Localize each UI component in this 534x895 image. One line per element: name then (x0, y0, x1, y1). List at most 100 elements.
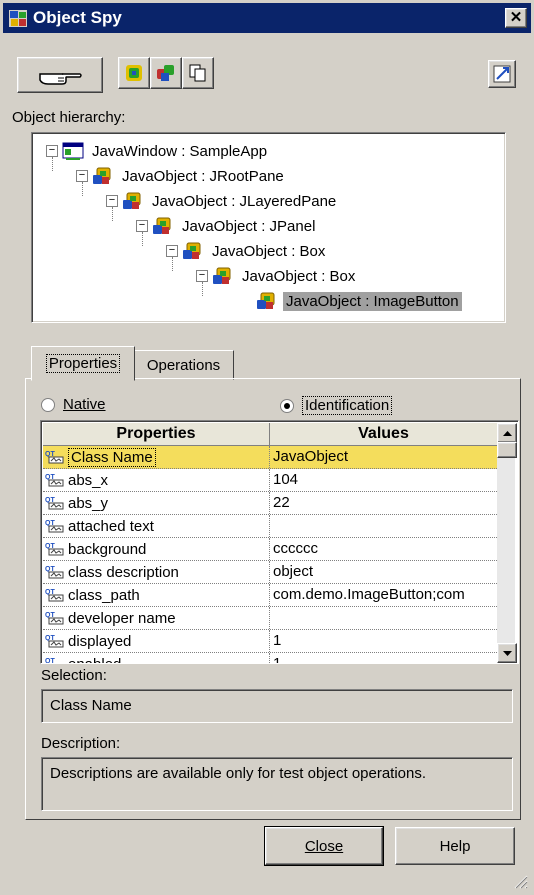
collapse-icon[interactable]: − (106, 195, 118, 207)
property-name-cell: QT abs_x (43, 469, 270, 491)
qt-property-icon: QT (45, 612, 64, 625)
arrow-down-icon (502, 650, 512, 656)
property-name-cell: QT enabled (43, 653, 270, 663)
property-value (270, 607, 497, 629)
tree-node-label: JavaObject : Box (212, 242, 326, 260)
tree-node[interactable]: − JavaObject : Box (196, 264, 358, 288)
collapse-icon[interactable]: − (76, 170, 88, 182)
properties-column-header[interactable]: Properties (43, 423, 270, 446)
keep-on-top-icon (493, 65, 511, 83)
collapse-icon[interactable]: − (136, 220, 148, 232)
tree-node[interactable]: − JavaObject : JLayeredPane (106, 189, 339, 213)
tree-connector (82, 182, 83, 196)
property-value: 1 (273, 655, 282, 664)
close-window-button[interactable]: ✕ (505, 8, 527, 28)
java-object-icon (153, 217, 171, 234)
tree-node-label: JavaObject : ImageButton (283, 291, 462, 311)
property-value: JavaObject (273, 448, 349, 465)
pointing-hand-icon (39, 73, 82, 85)
description-value: Descriptions are available only for test… (50, 765, 427, 782)
title-bar[interactable]: Object Spy ✕ (3, 3, 531, 33)
selection-field: Class Name (41, 689, 513, 723)
property-value: 104 (273, 471, 299, 488)
property-name: class description (68, 563, 179, 581)
tree-node[interactable]: − JavaObject : JRootPane (76, 164, 287, 188)
tree-node-label: JavaWindow : SampleApp (92, 142, 268, 160)
help-button-label: Help (439, 837, 471, 855)
scroll-thumb[interactable] (497, 442, 517, 458)
identification-radio[interactable]: Identification (280, 396, 393, 415)
property-name: developer name (68, 609, 176, 627)
qt-property-icon: QT (45, 566, 64, 579)
help-button[interactable]: Help (395, 827, 515, 865)
qt-property-icon: QT (45, 635, 64, 648)
tree-node[interactable]: JavaObject : ImageButton (226, 289, 462, 313)
tree-connector (202, 282, 203, 296)
property-row[interactable]: QT class description object (43, 561, 497, 584)
property-value (270, 515, 497, 537)
close-button-label: Close (304, 837, 344, 855)
tree-node[interactable]: − JavaObject : JPanel (136, 214, 318, 238)
property-row[interactable]: QT attached text (43, 515, 497, 538)
tree-node-label: JavaObject : JPanel (182, 217, 316, 235)
values-column-header[interactable]: Values (270, 423, 498, 446)
property-row[interactable]: QT developer name (43, 607, 497, 630)
property-row[interactable]: QT background cccccc (43, 538, 497, 561)
window-title: Object Spy (33, 8, 122, 27)
property-name-cell: QT class description (43, 561, 270, 583)
object-icon (126, 65, 142, 81)
close-button[interactable]: Close (264, 826, 384, 866)
tree-connector (52, 157, 53, 171)
property-name-cell: QT Class Name (43, 446, 270, 468)
tree-node-label: JavaObject : JLayeredPane (152, 192, 337, 210)
native-label-text: Native (63, 396, 106, 413)
property-name: Class Name (68, 447, 156, 467)
java-object-icon (183, 242, 201, 259)
properties-grid[interactable]: Properties Values QT Class Name JavaObject… (40, 420, 519, 664)
qt-property-icon: QT (45, 474, 64, 487)
tab-properties[interactable]: Properties (31, 346, 135, 381)
scroll-down-button[interactable] (497, 643, 517, 663)
highlight-button[interactable] (150, 57, 182, 89)
collapse-icon[interactable]: − (46, 145, 58, 157)
qt-property-icon: QT (45, 497, 64, 510)
collapse-icon[interactable]: − (196, 270, 208, 282)
property-value: com.demo.ImageButton;com (273, 586, 465, 603)
identification-label: Identification (302, 396, 393, 415)
property-row[interactable]: QT abs_x 104 (43, 469, 497, 492)
object-button[interactable] (118, 57, 150, 89)
native-radio[interactable]: Native (41, 396, 106, 413)
tree-node[interactable]: − JavaObject : Box (166, 239, 328, 263)
grid-vertical-scrollbar[interactable] (497, 423, 517, 663)
tab-properties-label: Properties (45, 354, 121, 373)
object-hierarchy-tree[interactable]: − JavaWindow : SampleApp − JavaObject : JRo… (31, 132, 506, 323)
property-name: attached text (68, 517, 154, 535)
qt-property-icon: QT (45, 589, 64, 602)
property-name-cell: QT abs_y (43, 492, 270, 514)
copy-button[interactable] (182, 57, 214, 89)
tab-operations[interactable]: Operations (133, 350, 234, 380)
property-row[interactable]: QT Class Name JavaObject (43, 446, 497, 469)
keep-on-top-button[interactable] (488, 60, 516, 88)
property-row[interactable]: QT abs_y 22 (43, 492, 497, 515)
pointing-hand-button[interactable] (17, 57, 103, 93)
property-row[interactable]: QT displayed 1 (43, 630, 497, 653)
object-hierarchy-label: Object hierarchy: (12, 109, 126, 126)
property-name-cell: QT background (43, 538, 270, 560)
property-row[interactable]: QT enabled 1 (43, 653, 497, 664)
native-radio-button[interactable] (41, 397, 55, 412)
tree-connector (172, 257, 173, 271)
qt-property-icon: QT (45, 543, 64, 556)
java-object-icon (257, 292, 275, 309)
arrow-up-icon (502, 430, 512, 436)
property-name-cell: QT attached text (43, 515, 270, 537)
property-row[interactable]: QT class_path com.demo.ImageButton;com (43, 584, 497, 607)
collapse-icon[interactable]: − (166, 245, 178, 257)
scroll-up-button[interactable] (497, 423, 517, 443)
property-name-cell: QT developer name (43, 607, 270, 629)
tree-connector (142, 232, 143, 246)
tree-node[interactable]: − JavaWindow : SampleApp (46, 139, 270, 163)
identification-radio-button[interactable] (280, 398, 294, 413)
property-name-cell: QT class_path (43, 584, 270, 606)
resize-grip-icon[interactable] (514, 875, 528, 889)
